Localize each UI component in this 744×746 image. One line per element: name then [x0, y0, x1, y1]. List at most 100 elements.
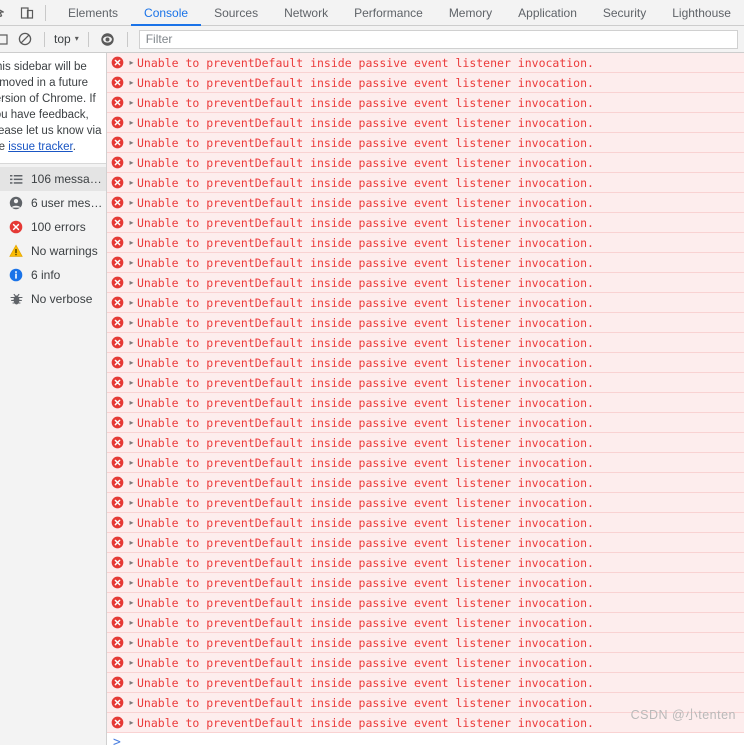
disclosure-triangle-icon[interactable]: ▸: [126, 478, 137, 487]
disclosure-triangle-icon[interactable]: ▸: [126, 638, 137, 647]
tab-lighthouse[interactable]: Lighthouse: [659, 0, 744, 25]
error-icon: [110, 516, 124, 530]
console-message-row[interactable]: ▸ Unable to preventDefault inside passive…: [107, 473, 744, 493]
console-message-row[interactable]: ▸ Unable to preventDefault inside passive…: [107, 153, 744, 173]
disclosure-triangle-icon[interactable]: ▸: [126, 678, 137, 687]
console-message-row[interactable]: ▸ Unable to preventDefault inside passive…: [107, 333, 744, 353]
console-message-row[interactable]: ▸ Unable to preventDefault inside passive…: [107, 453, 744, 473]
sidebar-item-user-messages[interactable]: 6 user mess...: [0, 191, 106, 215]
console-message-row[interactable]: ▸ Unable to preventDefault inside passive…: [107, 353, 744, 373]
disclosure-triangle-icon[interactable]: ▸: [126, 298, 137, 307]
console-message-row[interactable]: ▸ Unable to preventDefault inside passive…: [107, 273, 744, 293]
sidebar-item-errors[interactable]: 100 errors: [0, 215, 106, 239]
disclosure-triangle-icon[interactable]: ▸: [126, 598, 137, 607]
console-message-row[interactable]: ▸ Unable to preventDefault inside passive…: [107, 673, 744, 693]
tab-network[interactable]: Network: [271, 0, 341, 25]
console-message-row[interactable]: ▸ Unable to preventDefault inside passive…: [107, 373, 744, 393]
sidebar-item-all-messages[interactable]: 106 messag...: [0, 167, 106, 191]
console-message-row[interactable]: ▸ Unable to preventDefault inside passive…: [107, 393, 744, 413]
disclosure-triangle-icon[interactable]: ▸: [126, 498, 137, 507]
console-message-row[interactable]: ▸ Unable to preventDefault inside passive…: [107, 493, 744, 513]
disclosure-triangle-icon[interactable]: ▸: [126, 398, 137, 407]
error-icon: [110, 356, 124, 370]
sidebar-item-warnings[interactable]: No warnings: [0, 239, 106, 263]
disclosure-triangle-icon[interactable]: ▸: [126, 338, 137, 347]
filter-input[interactable]: [138, 29, 738, 49]
disclosure-triangle-icon[interactable]: ▸: [126, 158, 137, 167]
tab-application[interactable]: Application: [505, 0, 590, 25]
console-message-row[interactable]: ▸ Unable to preventDefault inside passive…: [107, 173, 744, 193]
disclosure-triangle-icon[interactable]: ▸: [126, 538, 137, 547]
console-message-panel[interactable]: ▸ Unable to preventDefault inside passive…: [106, 53, 744, 745]
console-message-text: Unable to preventDefault inside passive …: [137, 375, 594, 390]
disclosure-triangle-icon[interactable]: ▸: [126, 238, 137, 247]
disclosure-triangle-icon[interactable]: ▸: [126, 718, 137, 727]
sidebar-toggle-icon[interactable]: [0, 27, 13, 51]
console-message-row[interactable]: ▸ Unable to preventDefault inside passive…: [107, 113, 744, 133]
execution-context-selector[interactable]: top ▾: [52, 32, 81, 46]
eye-icon[interactable]: [96, 27, 120, 51]
disclosure-triangle-icon[interactable]: ▸: [126, 198, 137, 207]
disclosure-triangle-icon[interactable]: ▸: [126, 278, 137, 287]
console-message-row[interactable]: ▸ Unable to preventDefault inside passive…: [107, 133, 744, 153]
disclosure-triangle-icon[interactable]: ▸: [126, 558, 137, 567]
console-message-row[interactable]: ▸ Unable to preventDefault inside passive…: [107, 593, 744, 613]
disclosure-triangle-icon[interactable]: ▸: [126, 358, 137, 367]
tab-console[interactable]: Console: [131, 0, 202, 26]
disclosure-triangle-icon[interactable]: ▸: [126, 58, 137, 67]
tab-security[interactable]: Security: [590, 0, 659, 25]
console-message-row[interactable]: ▸ Unable to preventDefault inside passive…: [107, 253, 744, 273]
disclosure-triangle-icon[interactable]: ▸: [126, 378, 137, 387]
console-message-row[interactable]: ▸ Unable to preventDefault inside passive…: [107, 633, 744, 653]
disclosure-triangle-icon[interactable]: ▸: [126, 658, 137, 667]
console-message-row[interactable]: ▸ Unable to preventDefault inside passive…: [107, 433, 744, 453]
console-message-row[interactable]: ▸ Unable to preventDefault inside passive…: [107, 653, 744, 673]
disclosure-triangle-icon[interactable]: ▸: [126, 78, 137, 87]
console-message-row[interactable]: ▸ Unable to preventDefault inside passive…: [107, 53, 744, 73]
error-icon: [110, 116, 124, 130]
console-message-row[interactable]: ▸ Unable to preventDefault inside passive…: [107, 213, 744, 233]
console-message-row[interactable]: ▸ Unable to preventDefault inside passive…: [107, 533, 744, 553]
disclosure-triangle-icon[interactable]: ▸: [126, 258, 137, 267]
console-message-row[interactable]: ▸ Unable to preventDefault inside passive…: [107, 693, 744, 713]
console-message-text: Unable to preventDefault inside passive …: [137, 475, 594, 490]
disclosure-triangle-icon[interactable]: ▸: [126, 418, 137, 427]
disclosure-triangle-icon[interactable]: ▸: [126, 438, 137, 447]
console-message-row[interactable]: ▸ Unable to preventDefault inside passive…: [107, 413, 744, 433]
console-message-row[interactable]: ▸ Unable to preventDefault inside passive…: [107, 553, 744, 573]
notice-suffix: .: [72, 141, 76, 153]
sidebar-item-verbose[interactable]: No verbose: [0, 287, 106, 311]
device-toolbar-icon[interactable]: [14, 0, 40, 26]
clear-console-icon[interactable]: [13, 27, 37, 51]
console-message-row[interactable]: ▸ Unable to preventDefault inside passive…: [107, 293, 744, 313]
disclosure-triangle-icon[interactable]: ▸: [126, 698, 137, 707]
tab-sources[interactable]: Sources: [201, 0, 271, 25]
console-message-text: Unable to preventDefault inside passive …: [137, 435, 594, 450]
console-message-row[interactable]: ▸ Unable to preventDefault inside passive…: [107, 573, 744, 593]
console-prompt-row[interactable]: >: [107, 733, 744, 745]
console-message-row[interactable]: ▸ Unable to preventDefault inside passive…: [107, 613, 744, 633]
disclosure-triangle-icon[interactable]: ▸: [126, 578, 137, 587]
console-message-row[interactable]: ▸ Unable to preventDefault inside passive…: [107, 193, 744, 213]
issue-tracker-link[interactable]: issue tracker: [8, 141, 73, 153]
disclosure-triangle-icon[interactable]: ▸: [126, 118, 137, 127]
tab-memory[interactable]: Memory: [436, 0, 505, 25]
console-message-row[interactable]: ▸ Unable to preventDefault inside passive…: [107, 313, 744, 333]
console-message-row[interactable]: ▸ Unable to preventDefault inside passive…: [107, 233, 744, 253]
disclosure-triangle-icon[interactable]: ▸: [126, 178, 137, 187]
disclosure-triangle-icon[interactable]: ▸: [126, 218, 137, 227]
tab-elements[interactable]: Elements: [55, 0, 131, 25]
disclosure-triangle-icon[interactable]: ▸: [126, 318, 137, 327]
console-message-row[interactable]: ▸ Unable to preventDefault inside passive…: [107, 93, 744, 113]
tab-performance[interactable]: Performance: [341, 0, 436, 25]
console-message-row[interactable]: ▸ Unable to preventDefault inside passive…: [107, 713, 744, 733]
console-message-row[interactable]: ▸ Unable to preventDefault inside passive…: [107, 513, 744, 533]
sidebar-item-info[interactable]: 6 info: [0, 263, 106, 287]
disclosure-triangle-icon[interactable]: ▸: [126, 518, 137, 527]
disclosure-triangle-icon[interactable]: ▸: [126, 618, 137, 627]
console-message-row[interactable]: ▸ Unable to preventDefault inside passive…: [107, 73, 744, 93]
inspect-element-icon[interactable]: [0, 0, 14, 26]
disclosure-triangle-icon[interactable]: ▸: [126, 98, 137, 107]
disclosure-triangle-icon[interactable]: ▸: [126, 138, 137, 147]
disclosure-triangle-icon[interactable]: ▸: [126, 458, 137, 467]
